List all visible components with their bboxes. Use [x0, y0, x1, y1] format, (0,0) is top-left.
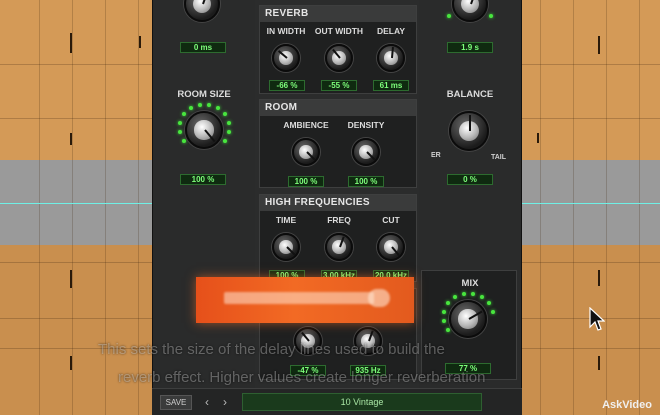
room-size-value[interactable]: 100 %	[180, 174, 226, 185]
grid-line	[639, 0, 640, 415]
audio-waveform	[70, 133, 72, 145]
banner-blurred-badge	[368, 289, 390, 307]
ambience-knob[interactable]	[292, 138, 320, 166]
out-width-value[interactable]: -55 %	[321, 80, 357, 91]
prev-preset-icon[interactable]: ‹	[200, 395, 214, 410]
balance-tail-label: TAIL	[491, 154, 507, 161]
in-width-label: IN WIDTH	[266, 26, 306, 36]
audio-waveform	[70, 356, 72, 370]
hf-time-knob[interactable]	[272, 233, 300, 261]
high-frequencies-title: HIGH FREQUENCIES	[260, 195, 416, 211]
delay-value[interactable]: 61 ms	[373, 80, 409, 91]
reverb-section: REVERB IN WIDTH OUT WIDTH DELAY -66 % -5…	[259, 5, 417, 94]
subtitle-line-1: This sets the size of the delay lines us…	[98, 341, 445, 358]
audio-waveform	[598, 356, 600, 370]
audio-waveform	[598, 36, 600, 54]
preset-name-field[interactable]: 10 Vintage	[242, 393, 482, 411]
ambience-value[interactable]: 100 %	[288, 176, 324, 187]
balance-label: BALANCE	[446, 89, 494, 100]
hf-freq-knob[interactable]	[325, 233, 353, 261]
audio-waveform	[598, 270, 600, 286]
hf-cut-label: CUT	[382, 215, 400, 225]
audio-waveform	[70, 33, 72, 53]
audio-waveform	[537, 133, 539, 143]
in-width-knob[interactable]	[272, 44, 300, 72]
out-width-label: OUT WIDTH	[314, 26, 364, 36]
save-button[interactable]: SAVE	[160, 395, 192, 410]
in-width-value[interactable]: -66 %	[269, 80, 305, 91]
audio-waveform	[70, 270, 72, 288]
reverb-title: REVERB	[260, 6, 416, 22]
mix-label: MIX	[461, 278, 479, 289]
next-preset-icon[interactable]: ›	[218, 395, 232, 410]
room-size-knob[interactable]	[185, 111, 223, 149]
room-title: ROOM	[260, 100, 416, 116]
decay-time-value[interactable]: 1.9 s	[447, 42, 493, 53]
mix-knob[interactable]	[449, 300, 487, 338]
decay-time-knob[interactable]	[452, 0, 488, 22]
delay-label: DELAY	[376, 26, 406, 36]
grid-line	[72, 0, 73, 415]
grid-line	[606, 0, 607, 415]
hf-cut-knob[interactable]	[377, 233, 405, 261]
out-width-knob[interactable]	[325, 44, 353, 72]
grid-line	[39, 0, 40, 415]
ambience-label: AMBIENCE	[283, 120, 329, 130]
density-label: DENSITY	[347, 120, 385, 130]
audio-waveform	[139, 36, 141, 48]
mix-section: MIX 77 %	[421, 270, 517, 380]
balance-knob[interactable]	[449, 111, 489, 151]
density-knob[interactable]	[352, 138, 380, 166]
subtitle-line-2: reverb effect. Higher values create long…	[118, 369, 486, 386]
askvideo-logo: AskVideo	[602, 399, 652, 411]
room-section: ROOM AMBIENCE DENSITY 100 % 100 %	[259, 99, 417, 188]
high-frequencies-section: HIGH FREQUENCIES TIME FREQ CUT 100 % 3.0…	[259, 194, 417, 282]
hf-freq-label: FREQ	[327, 215, 351, 225]
density-value[interactable]: 100 %	[348, 176, 384, 187]
grid-line	[573, 0, 574, 415]
preset-bar: SAVE ‹ › 10 Vintage	[152, 388, 522, 415]
grid-line	[540, 0, 541, 415]
hf-time-label: TIME	[275, 215, 297, 225]
pre-delay-value[interactable]: 0 ms	[180, 42, 226, 53]
delay-knob[interactable]	[377, 44, 405, 72]
banner-blurred-text	[224, 292, 374, 304]
balance-value[interactable]: 0 %	[447, 174, 493, 185]
pre-delay-knob[interactable]	[184, 0, 220, 22]
balance-er-label: ER	[431, 152, 441, 159]
room-size-label: ROOM SIZE	[177, 89, 231, 100]
video-overlay-banner	[196, 277, 414, 323]
